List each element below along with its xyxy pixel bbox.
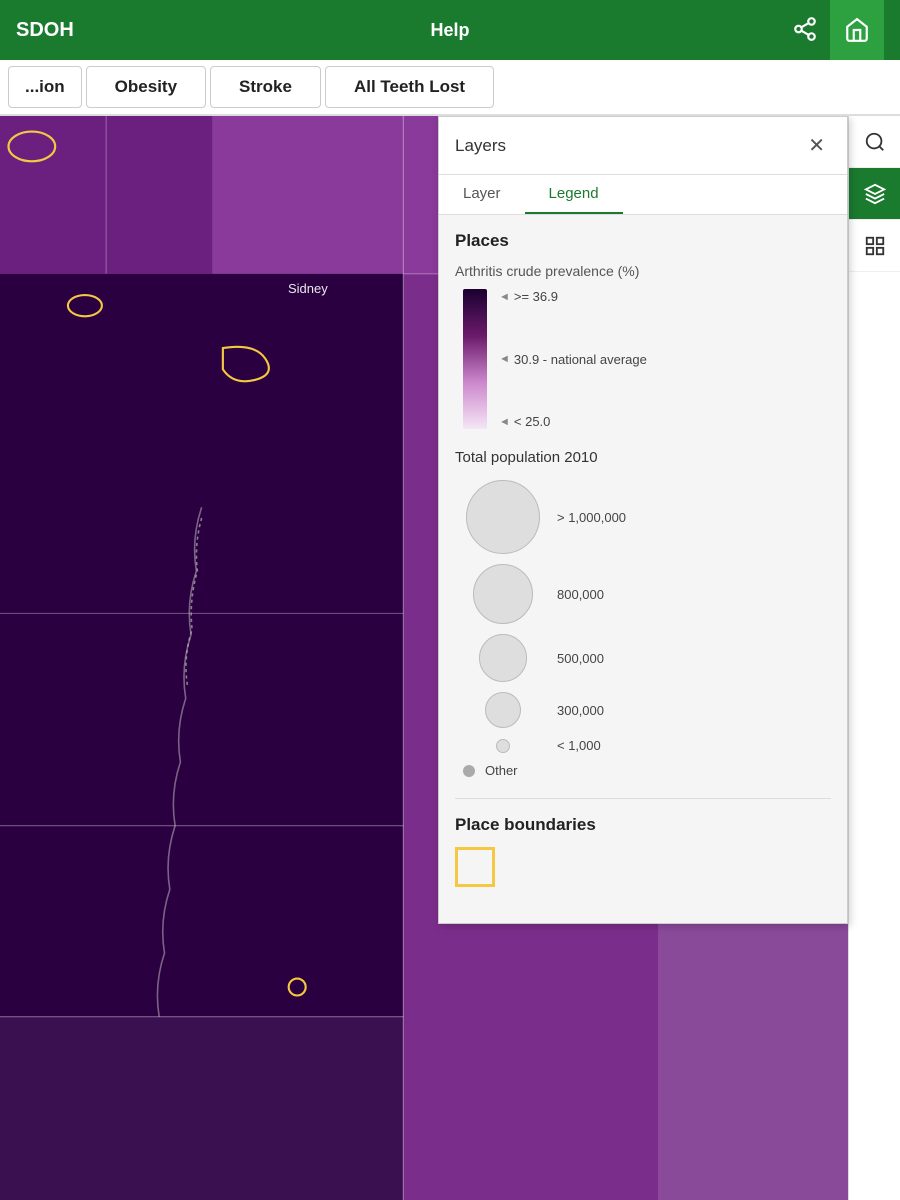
pop-circle-wrap-5 (463, 739, 543, 753)
tab-layer[interactable]: Layer (439, 175, 525, 214)
home-button[interactable] (830, 0, 884, 60)
app-title: SDOH (16, 19, 74, 42)
panel-content[interactable]: Places Arthritis crude prevalence (%) ◄ … (439, 215, 847, 923)
search-icon (864, 131, 886, 153)
pop-circle-row-5: < 1,000 (463, 738, 831, 753)
ramp-value-low: < 25.0 (514, 414, 551, 429)
color-ramp-container: ◄ >= 36.9 ◄ 30.9 - national average ◄ < … (455, 289, 831, 429)
grid-toolbar-button[interactable] (849, 220, 900, 272)
pop-circle-wrap-3 (463, 634, 543, 682)
ramp-arrow-low: ◄ (499, 416, 510, 428)
section-divider (455, 798, 831, 799)
pop-circle-1000000 (466, 480, 540, 554)
share-icon (792, 16, 818, 42)
arthritis-subtitle: Arthritis crude prevalence (%) (455, 263, 831, 279)
pop-label-500000: 500,000 (557, 651, 604, 666)
places-title: Places (455, 231, 831, 251)
help-link[interactable]: Help (430, 20, 469, 41)
panel-title: Layers (455, 136, 506, 156)
header-icons (784, 0, 884, 60)
tab-stroke[interactable]: Stroke (210, 66, 321, 108)
other-label: Other (485, 763, 518, 778)
ramp-label-mid: ◄ 30.9 - national average (499, 352, 647, 367)
pop-circles-list: > 1,000,000 800,000 (455, 480, 831, 753)
places-section: Places Arthritis crude prevalence (%) ◄ … (455, 231, 831, 778)
tab-legend[interactable]: Legend (525, 175, 623, 214)
pop-circle-wrap-2 (463, 564, 543, 624)
population-title: Total population 2010 (455, 449, 831, 466)
pop-circle-300000 (485, 692, 521, 728)
layers-toolbar-button[interactable] (849, 168, 900, 220)
map-container: Sidney Layers ✕ (0, 116, 900, 1200)
pop-circle-row-3: 500,000 (463, 634, 831, 682)
panel-tabs: Layer Legend (439, 175, 847, 215)
home-icon (844, 17, 870, 43)
ramp-label-high: ◄ >= 36.9 (499, 289, 647, 304)
app-header: SDOH Help (0, 0, 900, 60)
pop-label-1000: < 1,000 (557, 738, 601, 753)
boundary-sample (455, 847, 495, 887)
ramp-value-high: >= 36.9 (514, 289, 558, 304)
panel-header: Layers ✕ (439, 117, 847, 175)
pop-label-800000: 800,000 (557, 587, 604, 602)
pop-label-300000: 300,000 (557, 703, 604, 718)
right-toolbar (848, 116, 900, 1200)
grid-icon (864, 235, 886, 257)
pop-circle-wrap-4 (463, 692, 543, 728)
pop-circle-row-1: > 1,000,000 (463, 480, 831, 554)
pop-label-1000000: > 1,000,000 (557, 510, 626, 525)
pop-circle-row-4: 300,000 (463, 692, 831, 728)
ramp-label-low: ◄ < 25.0 (499, 414, 647, 429)
place-boundaries-section: Place boundaries (455, 815, 831, 887)
pop-circle-500000 (479, 634, 527, 682)
tab-partial[interactable]: ...ion (8, 66, 82, 108)
ramp-value-mid: 30.9 - national average (514, 352, 647, 367)
pop-circle-800000 (473, 564, 533, 624)
pop-circle-row-2: 800,000 (463, 564, 831, 624)
ramp-arrow-high: ◄ (499, 291, 510, 303)
search-toolbar-button[interactable] (849, 116, 900, 168)
share-button[interactable] (784, 8, 826, 53)
panel-close-button[interactable]: ✕ (802, 131, 831, 160)
layers-panel: Layers ✕ Layer Legend Places Arthritis c… (438, 116, 848, 924)
color-ramp (463, 289, 487, 429)
pop-circle-wrap-1 (463, 480, 543, 554)
tab-obesity[interactable]: Obesity (86, 66, 206, 108)
ramp-arrow-mid: ◄ (499, 353, 510, 365)
boundaries-title: Place boundaries (455, 815, 831, 835)
pop-circle-1000 (496, 739, 510, 753)
other-dot (463, 765, 475, 777)
other-row: Other (455, 763, 831, 778)
close-icon: ✕ (808, 135, 825, 157)
tab-all-teeth-lost[interactable]: All Teeth Lost (325, 66, 494, 108)
ramp-labels: ◄ >= 36.9 ◄ 30.9 - national average ◄ < … (499, 289, 647, 429)
population-section: Total population 2010 > 1,000,000 (455, 449, 831, 778)
layers-icon (864, 183, 886, 205)
tab-bar: ...ion Obesity Stroke All Teeth Lost (0, 60, 900, 116)
